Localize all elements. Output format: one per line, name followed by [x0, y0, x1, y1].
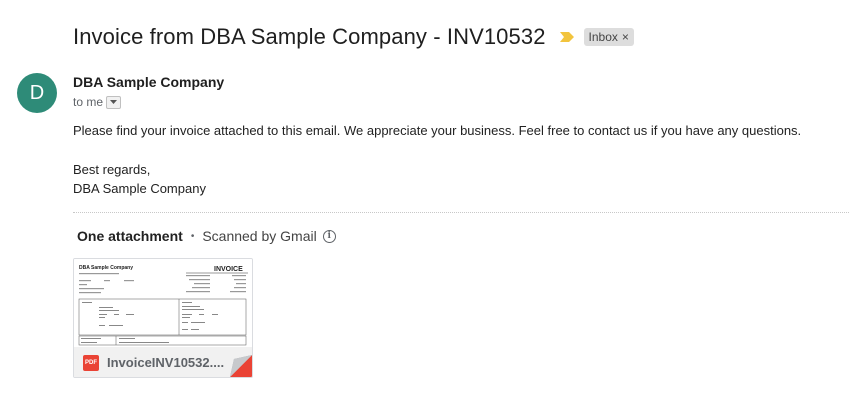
attachment-filename: InvoiceINV10532....	[107, 355, 225, 370]
signature-line: DBA Sample Company	[73, 181, 206, 196]
page-fold-icon	[230, 355, 252, 377]
importance-marker-icon[interactable]	[559, 31, 574, 43]
attachments-header: One attachment • Scanned by Gmail i	[77, 228, 336, 244]
chevron-down-icon	[110, 100, 118, 104]
avatar[interactable]: D	[17, 73, 57, 113]
attachment-count: One attachment	[77, 228, 183, 244]
inbox-label-chip: Inbox ×	[583, 28, 634, 46]
scan-label: Scanned by Gmail	[202, 228, 317, 244]
remove-label-button[interactable]: ×	[622, 30, 629, 44]
recipient-row: to me	[73, 95, 122, 109]
preview-company: DBA Sample Company	[79, 265, 133, 271]
email-subject: Invoice from DBA Sample Company - INV105…	[73, 24, 546, 49]
sender-name[interactable]: DBA Sample Company	[73, 74, 224, 90]
divider	[73, 212, 849, 213]
avatar-initial: D	[29, 81, 45, 104]
attachment-preview: DBA Sample Company INVOICE	[74, 259, 252, 347]
recipient-label: to me	[73, 95, 104, 109]
info-icon[interactable]: i	[322, 229, 336, 243]
attachment-footer: PDF InvoiceINV10532....	[74, 347, 252, 377]
show-details-button[interactable]	[106, 95, 122, 109]
separator-dot: •	[190, 230, 195, 242]
body-paragraph: Please find your invoice attached to thi…	[73, 123, 802, 138]
closing-line: Best regards,	[73, 162, 151, 177]
subject-row: Invoice from DBA Sample Company - INV105…	[73, 24, 634, 50]
preview-title: INVOICE	[214, 266, 243, 273]
attachment-card[interactable]: DBA Sample Company INVOICE PDF InvoiceIN…	[73, 258, 253, 378]
label-text: Inbox	[588, 30, 618, 44]
pdf-icon: PDF	[83, 354, 99, 371]
